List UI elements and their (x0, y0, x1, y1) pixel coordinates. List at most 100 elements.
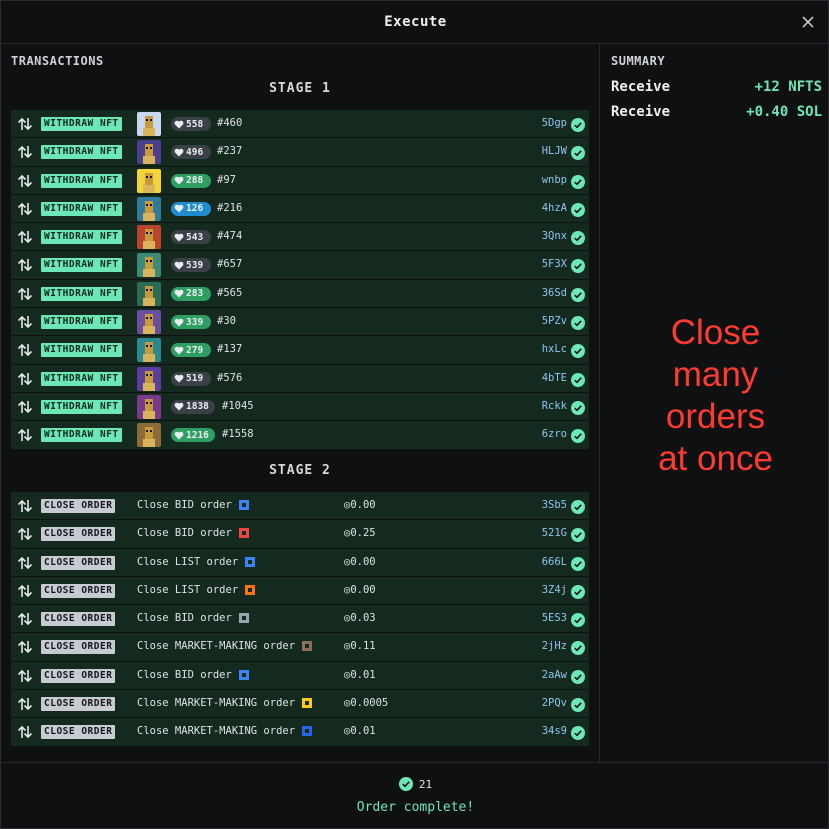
check-circle-icon (571, 258, 585, 274)
rarity-rank-pill: 126 (171, 201, 211, 216)
transaction-row[interactable]: CLOSE ORDER Close MARKET-MAKING order ◎0.0… (11, 690, 589, 719)
transaction-row[interactable]: WITHDRAW NFT 279 #137 hxLc (11, 336, 589, 365)
collection-pixel-icon (301, 640, 313, 652)
transaction-row[interactable]: CLOSE ORDER Close MARKET-MAKING order ◎0.0… (11, 718, 589, 747)
tx-signature-link[interactable]: HLJW (542, 145, 567, 157)
tx-signature-link[interactable]: 521G (542, 527, 567, 539)
transaction-row[interactable]: WITHDRAW NFT 126 #216 4hzA (11, 194, 589, 224)
transaction-row[interactable]: WITHDRAW NFT 283 #565 36Sd (11, 279, 589, 309)
callout-line: orders (665, 397, 766, 436)
tx-signature-link[interactable]: 3Qnx (542, 230, 567, 242)
close-order-badge: CLOSE ORDER (41, 555, 116, 570)
transaction-row[interactable]: WITHDRAW NFT 543 #474 3Qnx (11, 223, 589, 252)
tx-signature-link[interactable]: 666L (542, 556, 567, 568)
close-icon (802, 16, 814, 28)
order-description-text: Close MARKET-MAKING order (137, 697, 296, 710)
order-description: Close MARKET-MAKING order (137, 725, 313, 737)
nft-number: #237 (217, 145, 243, 158)
transaction-row[interactable]: CLOSE ORDER Close MARKET-MAKING order ◎0.1… (11, 633, 589, 662)
tx-signature-link[interactable]: 4bTE (542, 372, 567, 384)
close-button[interactable] (798, 12, 818, 32)
tx-signature-link[interactable]: 5Dgp (542, 117, 567, 129)
transaction-row[interactable]: WITHDRAW NFT 288 #97 wnbp (11, 166, 589, 195)
stage-2-list: CLOSE ORDER Close BID order ◎0.00 3Sb5 CLOSE… (11, 492, 589, 747)
nft-number: #1558 (222, 428, 254, 441)
transaction-row[interactable]: CLOSE ORDER Close BID order ◎0.25 521G (11, 520, 589, 549)
rarity-rank-value: 1216 (186, 429, 209, 441)
tx-signature-link[interactable]: 34s9 (542, 725, 567, 737)
transaction-row[interactable]: WITHDRAW NFT 1838 #1045 Rckk (11, 392, 589, 422)
transaction-row[interactable]: CLOSE ORDER Close BID order ◎0.01 2aAw (11, 661, 589, 691)
order-amount: ◎0.00 (344, 555, 376, 568)
transaction-row[interactable]: WITHDRAW NFT 496 #237 HLJW (11, 138, 589, 167)
transfer-arrows-icon (17, 668, 33, 684)
order-description: Close BID order (137, 499, 250, 511)
collection-pixel-icon (244, 584, 256, 596)
nft-number: #137 (217, 343, 243, 356)
transaction-row[interactable]: CLOSE ORDER Close BID order ◎0.03 5ES3 (11, 605, 589, 634)
close-order-badge: CLOSE ORDER (41, 668, 116, 683)
tx-signature-link[interactable]: 5F3X (542, 258, 567, 270)
collection-pixel-icon (238, 499, 250, 511)
transaction-row[interactable]: CLOSE ORDER Close LIST order ◎0.00 666L (11, 548, 589, 577)
tx-signature-link[interactable]: 5ES3 (542, 612, 567, 624)
nft-avatar (137, 423, 161, 448)
transfer-arrows-icon (17, 257, 33, 273)
rarity-rank-value: 279 (186, 344, 204, 356)
summary-value: +0.40 SOL (746, 104, 822, 120)
rarity-rank-pill: 339 (171, 315, 211, 330)
tx-signature-link[interactable]: hxLc (542, 343, 567, 355)
check-circle-icon (571, 400, 585, 415)
transactions-panel: TRANSACTIONS STAGE 1 WITHDRAW NFT 558 #460… (1, 44, 600, 762)
rarity-rank-pill: 558 (171, 117, 211, 131)
tx-signature-link[interactable]: 4hzA (542, 202, 567, 214)
rarity-rank-pill: 1216 (171, 428, 215, 443)
rarity-rank-value: 283 (186, 288, 204, 300)
tx-signature-link[interactable]: 6zro (542, 428, 567, 440)
modal-footer: 21 Order complete! (1, 762, 829, 829)
order-description: Close BID order (137, 669, 250, 681)
tx-signature-link[interactable]: 36Sd (542, 287, 567, 299)
nft-avatar (137, 310, 161, 335)
transfer-arrows-icon (17, 427, 33, 443)
transaction-row[interactable]: WITHDRAW NFT 339 #30 5PZv (11, 308, 589, 337)
transfer-arrows-icon (17, 696, 33, 712)
stage-1-list: WITHDRAW NFT 558 #460 5Dgp WITHDRAW NFT 496 #2… (11, 110, 589, 450)
tx-signature-link[interactable]: 3Sb5 (542, 499, 567, 511)
tx-signature-link[interactable]: 5PZv (542, 315, 567, 327)
transaction-row[interactable]: WITHDRAW NFT 539 #657 5F3X (11, 251, 589, 280)
check-circle-icon (571, 287, 585, 302)
tx-signature-link[interactable]: wnbp (542, 174, 567, 186)
collection-pixel-icon (301, 697, 313, 709)
transaction-row[interactable]: WITHDRAW NFT 1216 #1558 6zro (11, 421, 589, 450)
transfer-arrows-icon (17, 498, 33, 514)
collection-pixel-icon (238, 527, 250, 539)
transaction-row[interactable]: WITHDRAW NFT 519 #576 4bTE (11, 364, 589, 393)
tx-signature-link[interactable]: 2PQv (542, 697, 567, 709)
check-circle-icon (571, 202, 585, 217)
collection-pixel-icon (301, 725, 313, 737)
transaction-row[interactable]: WITHDRAW NFT 558 #460 5Dgp (11, 110, 589, 139)
check-circle-icon (571, 428, 585, 444)
nft-number: #30 (217, 315, 236, 328)
tx-signature-link[interactable]: 2aAw (542, 669, 567, 681)
transaction-row[interactable]: CLOSE ORDER Close LIST order ◎0.00 3Z4j (11, 576, 589, 606)
transaction-row[interactable]: CLOSE ORDER Close BID order ◎0.00 3Sb5 (11, 492, 589, 521)
order-description-text: Close BID order (137, 527, 232, 540)
tx-signature-link[interactable]: Rckk (542, 400, 567, 412)
transfer-arrows-icon (17, 116, 33, 132)
tx-signature-link[interactable]: 2jHz (542, 640, 567, 652)
check-circle-icon (571, 315, 585, 331)
transfer-arrows-icon (17, 583, 33, 599)
transfer-arrows-icon (17, 173, 33, 189)
rarity-rank-value: 519 (186, 373, 204, 385)
rarity-rank-value: 339 (186, 316, 204, 328)
close-order-badge: CLOSE ORDER (41, 697, 116, 712)
nft-number: #657 (217, 258, 243, 271)
tx-signature-link[interactable]: 3Z4j (542, 584, 567, 596)
withdraw-nft-badge: WITHDRAW NFT (41, 286, 122, 301)
transfer-arrows-icon (17, 286, 33, 302)
nft-avatar (137, 225, 161, 250)
nft-number: #576 (217, 371, 243, 384)
order-description-text: Close LIST order (137, 583, 239, 596)
